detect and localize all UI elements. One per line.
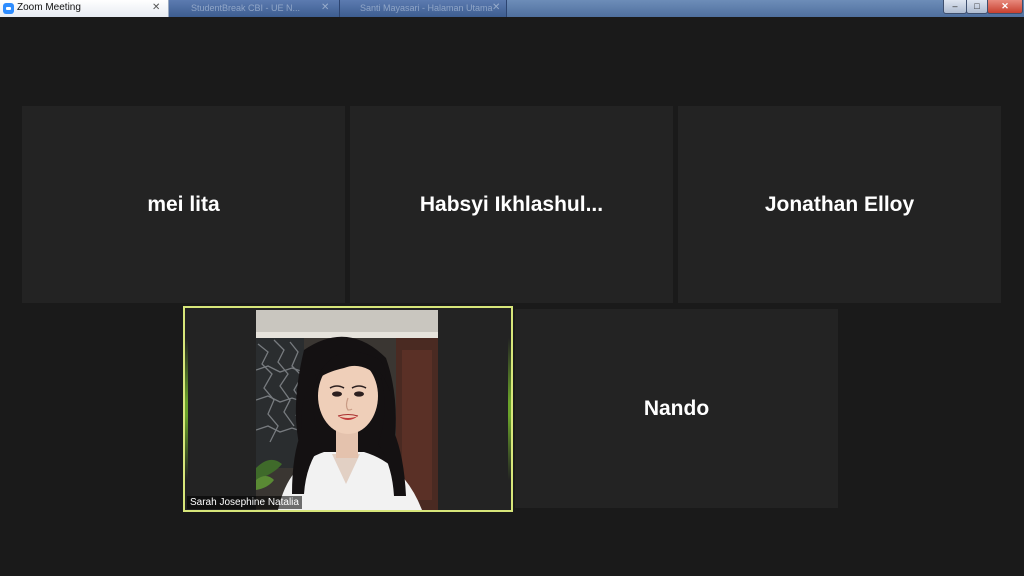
participant-name: Jonathan Elloy bbox=[764, 192, 915, 216]
background-tab-label: StudentBreak CBI - UE N... bbox=[191, 3, 301, 13]
participant-name: Nando bbox=[643, 396, 710, 420]
participant-tile-jonathan-elloy[interactable]: Jonathan Elloy bbox=[678, 106, 1001, 303]
background-tab-close-icon[interactable]: ✕ bbox=[492, 2, 500, 13]
window-title: Zoom Meeting bbox=[17, 2, 81, 13]
participant-tile-habsyi[interactable]: Habsyi Ikhlashul... bbox=[350, 106, 673, 303]
maximize-button[interactable]: □ bbox=[966, 0, 988, 14]
background-tab-2[interactable]: Santi Mayasari - Halaman Utama ✕ bbox=[340, 0, 507, 17]
participant-name: mei lita bbox=[147, 192, 220, 216]
background-tab-label: Santi Mayasari - Halaman Utama bbox=[360, 3, 493, 13]
participant-name: Habsyi Ikhlashul... bbox=[419, 192, 604, 216]
participant-tile-sarah-active-speaker[interactable]: Sarah Josephine Natalia bbox=[183, 306, 513, 512]
speaker-glow-right bbox=[508, 338, 511, 480]
participant-tile-mei-lita[interactable]: mei lita bbox=[22, 106, 345, 303]
participant-name-label: Sarah Josephine Natalia bbox=[187, 496, 302, 509]
close-button[interactable]: ✕ bbox=[987, 0, 1023, 14]
participant-tile-nando[interactable]: Nando bbox=[515, 309, 838, 508]
tab-close-icon[interactable]: ✕ bbox=[152, 2, 160, 13]
video-feed-image bbox=[256, 310, 438, 510]
minimize-button[interactable]: – bbox=[943, 0, 967, 14]
title-bar: Zoom Meeting ✕ StudentBreak CBI - UE N..… bbox=[0, 0, 1024, 17]
zoom-window-tab[interactable]: Zoom Meeting ✕ bbox=[0, 0, 169, 17]
background-tab-1[interactable]: StudentBreak CBI - UE N... ✕ bbox=[169, 0, 340, 17]
background-tab-close-icon[interactable]: ✕ bbox=[321, 2, 329, 13]
zoom-logo-icon bbox=[3, 3, 14, 14]
speaker-glow-left bbox=[185, 338, 188, 480]
participant-video bbox=[256, 310, 438, 510]
